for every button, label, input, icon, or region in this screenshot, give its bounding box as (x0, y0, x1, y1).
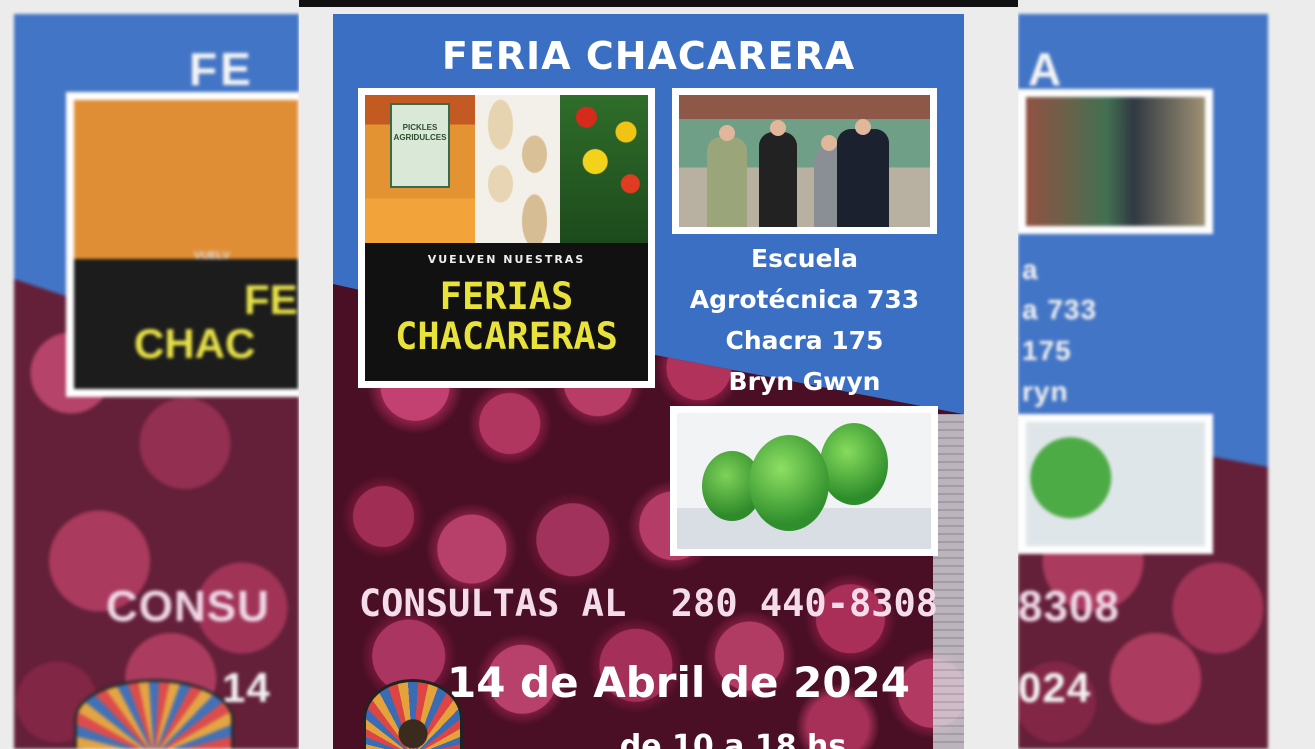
ferias-promo-photo: PICKLES AGRIDULCES VUELVEN NUESTRAS FERI… (358, 88, 655, 388)
apple-image (820, 423, 888, 505)
promo-headline: FERIAS CHACARERAS (365, 277, 648, 357)
school-people-photo (672, 88, 937, 234)
right-blurred-copy: A a a 733 175 ryn 8308 024 (1018, 14, 1268, 749)
address-line-4: Bryn Gwyn (728, 367, 881, 396)
promo-headline-line-2: CHACARERAS (395, 315, 618, 358)
side-ferias-photo: VUELV FE CHAC (66, 92, 299, 397)
pickles-label: PICKLES AGRIDULCES (390, 103, 450, 188)
event-date: 14 de Abril de 2024 (446, 658, 910, 707)
side-people-photo (1018, 89, 1213, 234)
left-blurred-copy: FE VUELV FE CHAC CONSU 14 (14, 14, 299, 749)
address-line-3: Chacra 175 (725, 326, 884, 355)
flowers-image (560, 95, 648, 243)
side-date-fragment: 024 (1018, 664, 1092, 711)
side-title-fragment: FE (189, 43, 254, 95)
poster-content: FERIA CHACARERA PICKLES AGRIDULCES VUELV… (333, 14, 964, 749)
person-figure (707, 137, 747, 227)
side-subtitle-fragment: VUELV (194, 250, 230, 262)
side-title-fragment: A (1028, 43, 1065, 95)
contact-phone: CONSULTAS AL 280 440-8308 (358, 582, 939, 625)
side-apples-photo (1018, 414, 1213, 554)
school-logo (363, 679, 463, 749)
side-address-fragment-1: a (1022, 254, 1039, 285)
apple-image (749, 435, 829, 531)
person-head (855, 119, 871, 135)
promo-subtitle: VUELVEN NUESTRAS (427, 253, 586, 266)
green-apples-photo (670, 406, 938, 556)
side-headline-fragment-1: FE (244, 276, 298, 323)
side-contact-fragment: 8308 (1018, 582, 1120, 631)
poster: FERIA CHACARERA PICKLES AGRIDULCES VUELV… (299, 0, 1018, 749)
poster-title: FERIA CHACARERA (441, 34, 856, 78)
nuts-image (475, 95, 560, 243)
side-address-fragment-2: a 733 (1022, 294, 1098, 325)
top-bar (299, 0, 1018, 7)
side-address-fragment-4: ryn (1022, 376, 1069, 407)
person-figure (759, 132, 797, 227)
side-contact-fragment: CONSU (106, 582, 270, 631)
address-line-2: Agrotécnica 733 (689, 285, 920, 314)
person-head (821, 135, 837, 151)
promo-headline-line-1: FERIAS (439, 275, 574, 318)
address-line-1: Escuela (751, 244, 858, 273)
person-head (770, 120, 786, 136)
pickles-jar-image: PICKLES AGRIDULCES (365, 95, 475, 243)
person-head (719, 125, 735, 141)
side-logo (74, 679, 234, 749)
side-headline-fragment-2: CHAC (134, 320, 256, 367)
event-hours: de 10 a 18 hs (619, 729, 847, 749)
person-figure (837, 129, 889, 227)
event-address: Escuela Agrotécnica 733 Chacra 175 Bryn … (672, 238, 937, 402)
side-address-fragment-3: 175 (1022, 335, 1072, 366)
